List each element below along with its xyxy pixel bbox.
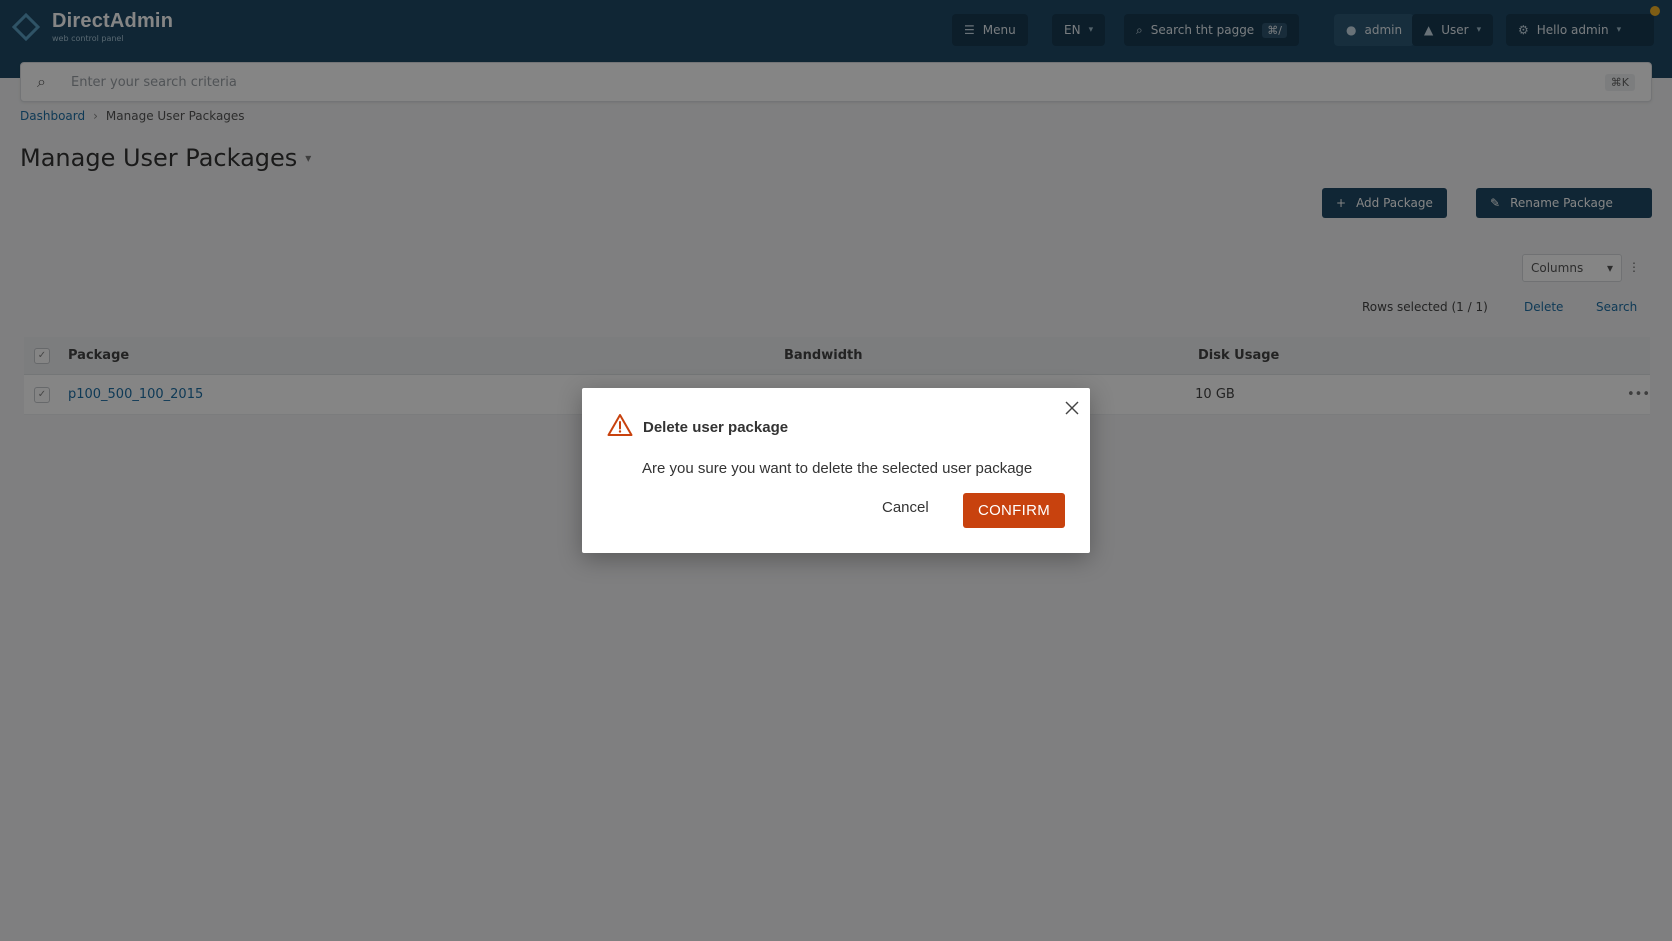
warning-triangle-icon: [607, 413, 633, 441]
dialog-header: Delete user package: [607, 413, 788, 441]
close-icon[interactable]: [1062, 398, 1082, 418]
confirm-button[interactable]: CONFIRM: [963, 493, 1065, 528]
dialog-title: Delete user package: [643, 418, 789, 436]
dialog-message: Are you sure you want to delete the sele…: [642, 460, 1033, 477]
delete-package-dialog: Delete user package Are you sure you wan…: [582, 388, 1090, 553]
cancel-button[interactable]: Cancel: [872, 493, 939, 521]
